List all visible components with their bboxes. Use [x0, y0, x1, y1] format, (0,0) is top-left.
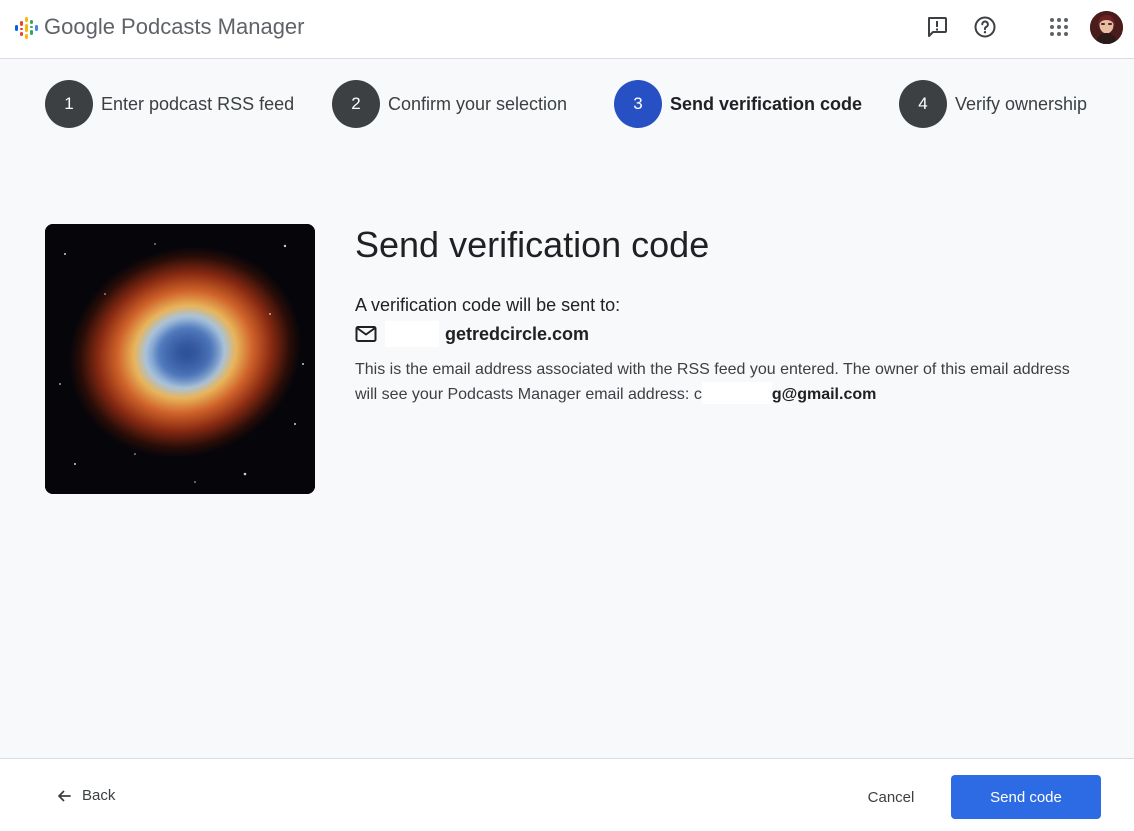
mail-icon [355, 326, 377, 342]
page-title: Send verification code [355, 224, 710, 265]
podcast-artwork-nebula [45, 224, 315, 494]
step-4-number: 4 [899, 80, 947, 128]
podcasts-logo-icon [15, 17, 38, 39]
recipient-email-row: getredcircle.com [355, 321, 589, 347]
redacted-manager-email [701, 382, 772, 404]
help-icon[interactable] [972, 14, 998, 40]
step-3: 3 Send verification code [614, 80, 862, 128]
top-app-bar: Google Podcasts Manager [0, 0, 1134, 59]
manager-email: g@gmail.com [771, 386, 877, 403]
manager-email-prefix: c [693, 386, 702, 403]
step-1-label: Enter podcast RSS feed [101, 93, 295, 114]
step-4-label: Verify ownership [955, 93, 1088, 114]
description-text: This is the email address associated wit… [355, 358, 1095, 407]
send-code-button[interactable]: Send code [951, 775, 1101, 819]
step-2-number: 2 [332, 80, 380, 128]
step-1-number: 1 [45, 80, 93, 128]
apps-grid-icon[interactable] [1046, 14, 1072, 40]
step-3-label: Send verification code [670, 93, 863, 114]
user-avatar[interactable] [1090, 11, 1123, 44]
cancel-button[interactable]: Cancel [852, 775, 930, 819]
step-3-number: 3 [614, 80, 662, 128]
step-2: 2 Confirm your selection [332, 80, 567, 128]
recipient-email: getredcircle.com [445, 323, 590, 344]
redacted-email-part [385, 321, 439, 347]
step-1: 1 Enter podcast RSS feed [45, 80, 294, 128]
back-label: Back [82, 787, 116, 804]
sent-to-label: A verification code will be sent to: [355, 295, 621, 315]
step-4: 4 Verify ownership [899, 80, 1087, 128]
back-button[interactable]: Back [56, 787, 115, 804]
step-2-label: Confirm your selection [388, 93, 568, 114]
arrow-back-icon [58, 790, 71, 801]
app-title: Google Podcasts Manager [44, 14, 305, 39]
feedback-icon[interactable] [924, 14, 950, 40]
footer-bar: Back Cancel Send code [0, 758, 1134, 831]
